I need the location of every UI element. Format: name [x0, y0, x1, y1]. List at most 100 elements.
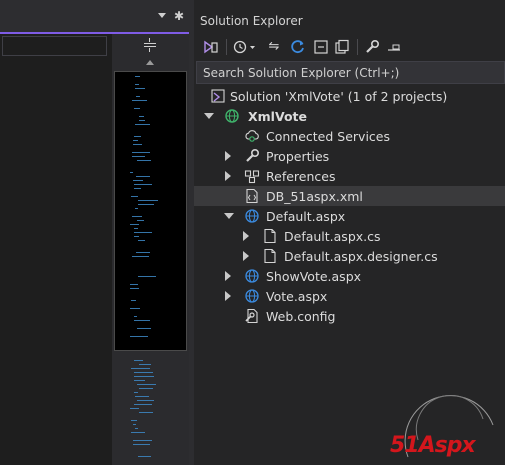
tree-item-label: Solution 'XmlVote' (1 of 2 projects)	[230, 89, 448, 104]
minimap-line	[133, 180, 143, 181]
code-editor[interactable]	[0, 58, 112, 465]
watermark-text: 51Aspx	[390, 433, 476, 458]
minimap-line	[139, 388, 153, 389]
minimap-line	[134, 184, 152, 185]
tree-item-db-xml[interactable]: DB_51aspx.xml	[194, 186, 505, 206]
tree-item-default-designer[interactable]: Default.aspx.designer.cs	[194, 246, 505, 266]
minimap-line	[137, 400, 154, 401]
connected-services-icon	[244, 128, 260, 144]
minimap-line	[134, 316, 137, 317]
navigation-dropdown[interactable]	[2, 36, 107, 56]
tree-item-label: ShowVote.aspx	[266, 269, 362, 284]
minimap-line	[138, 204, 154, 205]
editor-tab-bar: ✱	[0, 0, 193, 32]
sync-arrows-icon[interactable]: ⇋	[264, 37, 284, 57]
minimap-line	[132, 100, 147, 101]
watermark-logo: 51Aspx	[388, 395, 505, 465]
solution-explorer-toolbar: ⇋	[194, 35, 505, 59]
refresh-icon[interactable]	[288, 37, 308, 57]
tree-item-vote[interactable]: Vote.aspx	[194, 286, 505, 306]
minimap-line	[130, 336, 148, 337]
minimap-line	[138, 240, 145, 241]
tree-item-connected-services[interactable]: Connected Services	[194, 126, 505, 146]
collapsed-chevron-icon[interactable]	[225, 171, 231, 181]
minimap-line	[135, 428, 138, 429]
collapsed-chevron-icon[interactable]	[243, 231, 249, 241]
show-all-files-icon[interactable]	[332, 37, 352, 57]
minimap-line	[131, 368, 150, 369]
minimap-line	[135, 124, 150, 125]
minimap-code-lines	[112, 34, 189, 465]
tree-item-default-cs[interactable]: Default.aspx.cs	[194, 226, 505, 246]
wrench-icon	[244, 148, 260, 164]
tree-item-showvote[interactable]: ShowVote.aspx	[194, 266, 505, 286]
history-icon[interactable]	[232, 37, 258, 57]
minimap-line	[132, 256, 149, 257]
minimap-line	[132, 156, 145, 157]
vs-switch-views-icon[interactable]	[202, 37, 220, 57]
tree-item-default-aspx[interactable]: Default.aspx	[194, 206, 505, 226]
editor-pane: ✱	[0, 0, 194, 465]
minimap-line	[131, 300, 136, 301]
minimap-line	[135, 396, 149, 397]
minimap-line	[133, 444, 150, 445]
minimap-line	[137, 328, 151, 329]
minimap-line	[131, 432, 145, 433]
collapsed-chevron-icon[interactable]	[225, 271, 231, 281]
gear-icon[interactable]: ✱	[174, 10, 184, 22]
minimap-line	[134, 360, 143, 361]
minimap-scrollbar[interactable]	[112, 34, 189, 465]
minimap-line	[136, 176, 150, 177]
csharp-file-icon	[262, 228, 278, 244]
minimap-line	[130, 172, 133, 173]
minimap-line	[133, 424, 136, 425]
tree-item-label: Properties	[266, 149, 330, 164]
expanded-chevron-icon[interactable]	[224, 213, 234, 219]
minimap-line	[131, 196, 138, 197]
collapsed-chevron-icon[interactable]	[225, 151, 231, 161]
minimap-line	[134, 136, 141, 137]
minimap-line	[134, 236, 139, 237]
minimap-line	[134, 380, 145, 381]
tree-item-solution[interactable]: Solution 'XmlVote' (1 of 2 projects)	[194, 86, 505, 106]
minimap-line	[134, 404, 152, 405]
chevron-down-icon[interactable]	[158, 13, 166, 18]
collapse-all-icon[interactable]	[311, 37, 331, 57]
panel-title: Solution Explorer	[200, 14, 303, 28]
references-icon	[244, 168, 260, 184]
tree-item-label: Connected Services	[266, 129, 390, 144]
minimap-line	[139, 120, 145, 121]
preview-icon[interactable]	[384, 37, 404, 57]
aspx-globe-icon	[244, 288, 260, 304]
csharp-file-icon	[262, 248, 278, 264]
minimap-line	[131, 420, 137, 421]
tree-item-webconfig[interactable]: Web.config	[194, 306, 505, 326]
tree-item-label: Vote.aspx	[266, 289, 328, 304]
minimap-line	[132, 152, 150, 153]
minimap-line	[134, 188, 141, 189]
minimap-line	[139, 116, 144, 117]
tree-item-label: XmlVote	[248, 109, 307, 124]
tree-item-references[interactable]: References	[194, 166, 505, 186]
minimap-line	[134, 376, 154, 377]
minimap-line	[138, 200, 158, 201]
minimap-line	[139, 364, 151, 365]
collapsed-chevron-icon[interactable]	[225, 291, 231, 301]
minimap-line	[134, 228, 138, 229]
tree-item-properties[interactable]: Properties	[194, 146, 505, 166]
solution-icon	[210, 88, 226, 104]
collapsed-chevron-icon[interactable]	[243, 251, 249, 261]
tree-item-label: Default.aspx	[266, 209, 346, 224]
minimap-line	[135, 84, 139, 85]
minimap-line	[134, 108, 140, 109]
minimap-line	[130, 284, 138, 285]
minimap-line	[136, 252, 150, 253]
minimap-line	[138, 456, 151, 457]
solution-search-input[interactable]: Search Solution Explorer (Ctrl+;)	[196, 61, 505, 84]
expanded-chevron-icon[interactable]	[204, 113, 214, 119]
minimap-line	[137, 220, 144, 221]
tree-item-project[interactable]: XmlVote	[194, 106, 505, 126]
minimap-line	[134, 392, 138, 393]
properties-wrench-icon[interactable]	[362, 37, 382, 57]
minimap-line	[137, 160, 151, 161]
